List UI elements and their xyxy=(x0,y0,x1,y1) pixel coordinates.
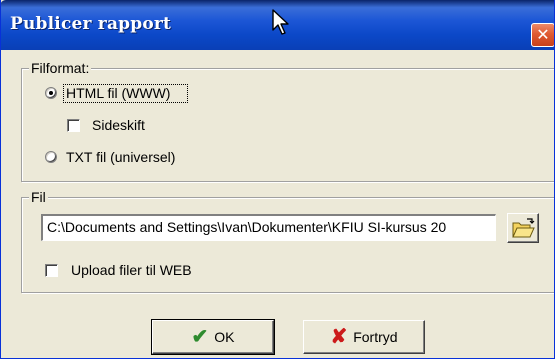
txt-format-label[interactable]: TXT fil (universel) xyxy=(66,149,175,165)
html-format-label[interactable]: HTML fil (WWW) xyxy=(66,85,170,101)
upload-web-label[interactable]: Upload filer til WEB xyxy=(71,262,192,278)
check-icon: ✔ xyxy=(191,326,209,348)
x-icon: ✘ xyxy=(330,326,348,348)
html-format-radio[interactable] xyxy=(45,87,57,99)
cancel-label: Fortryd xyxy=(353,329,398,345)
dialog-title: Publicer rapport xyxy=(10,14,172,34)
cancel-button[interactable]: ✘ Fortryd xyxy=(303,320,425,354)
file-format-legend: Filformat: xyxy=(29,60,92,76)
ok-label: OK xyxy=(214,329,235,345)
txt-format-radio[interactable] xyxy=(45,151,57,163)
folder-open-icon xyxy=(512,218,535,238)
close-icon: ✕ xyxy=(536,25,550,44)
page-break-checkbox[interactable] xyxy=(67,119,80,132)
browse-folder-button[interactable] xyxy=(507,213,539,243)
upload-web-checkbox[interactable] xyxy=(45,264,58,277)
radio-selected-dot xyxy=(49,91,53,95)
close-button[interactable]: ✕ xyxy=(531,23,554,47)
file-path-input[interactable]: C:\Documents and Settings\Ivan\Dokumente… xyxy=(41,214,496,241)
mouse-pointer-icon xyxy=(272,9,289,35)
file-legend: Fil xyxy=(29,189,48,205)
file-group xyxy=(21,197,554,293)
publish-report-dialog: Publicer rapport ✕ Filformat: HTML fil (… xyxy=(0,0,555,359)
page-break-label[interactable]: Sideskift xyxy=(92,117,145,133)
ok-button[interactable]: ✔ OK xyxy=(151,319,275,355)
